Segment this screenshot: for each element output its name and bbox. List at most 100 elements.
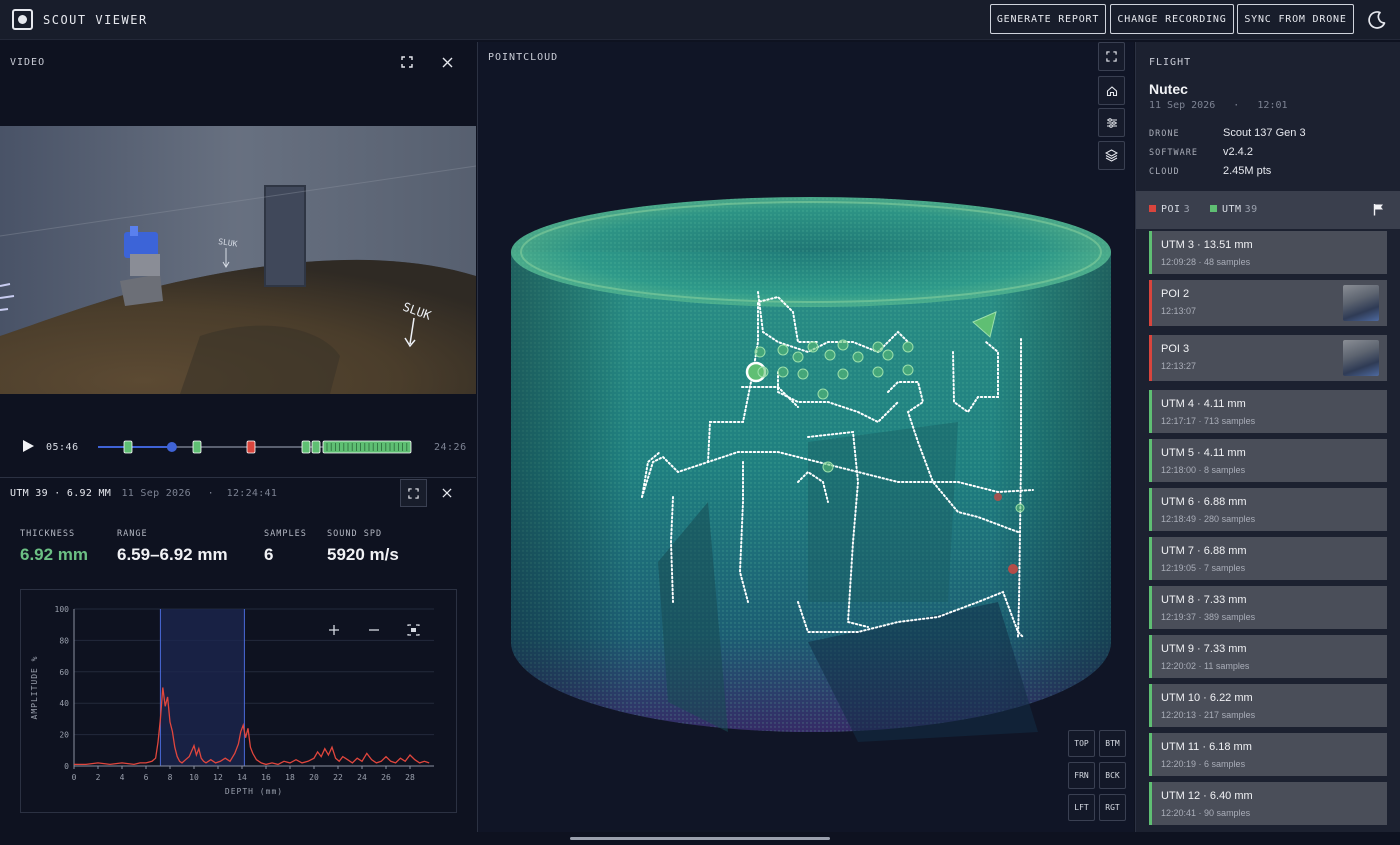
video-fullscreen-icon[interactable]	[394, 49, 420, 75]
item-title: POI 2	[1161, 288, 1190, 300]
item-title: UTM 6 · 6.88 mm	[1161, 496, 1247, 508]
timeline-utm-marker[interactable]	[301, 440, 311, 454]
item-title: UTM 12 · 6.40 mm	[1161, 790, 1253, 802]
legend-poi-label: POI	[1161, 204, 1181, 215]
zoom-fit-icon[interactable]	[407, 624, 420, 636]
item-subtitle: 12:13:07	[1161, 306, 1196, 316]
item-samples: 7 samples	[1204, 563, 1246, 573]
item-subtitle: 12:18:00 · 8 samples	[1161, 465, 1246, 475]
view-left-button[interactable]: LFT	[1068, 794, 1095, 821]
item-title: UTM 8 · 7.33 mm	[1161, 594, 1247, 606]
view-bottom-button[interactable]: BTM	[1099, 730, 1126, 757]
flight-sidebar: FLIGHT Nutec 11 Sep 2026 · 12:01 DRONE S…	[1135, 42, 1400, 832]
dark-mode-icon[interactable]	[1367, 10, 1387, 30]
flag-icon[interactable]	[1373, 203, 1384, 216]
pc-layers-icon[interactable]	[1098, 141, 1125, 170]
list-item[interactable]: UTM 9 · 7.33 mm 12:20:02 · 11 samples	[1149, 635, 1387, 678]
marker-legend: POI 3 UTM 39	[1136, 191, 1400, 229]
list-item[interactable]: UTM 6 · 6.88 mm 12:18:49 · 280 samples	[1149, 488, 1387, 531]
view-top-button[interactable]: TOP	[1068, 730, 1095, 757]
change-recording-button[interactable]: CHANGE RECORDING	[1110, 4, 1234, 34]
detail-sep: ·	[201, 488, 221, 499]
stat-value: 6	[264, 545, 274, 564]
list-item[interactable]: UTM 3 · 13.51 mm 12:09:28 · 48 samples	[1149, 231, 1387, 274]
timeline-poi-marker[interactable]	[246, 440, 256, 454]
list-item[interactable]: UTM 8 · 7.33 mm 12:19:37 · 389 samples	[1149, 586, 1387, 629]
legend-poi-filter[interactable]: POI 3	[1149, 204, 1190, 215]
item-title: UTM 4 · 4.11 mm	[1161, 398, 1246, 410]
list-item[interactable]: UTM 7 · 6.88 mm 12:19:05 · 7 samples	[1149, 537, 1387, 580]
pc-settings-icon[interactable]	[1098, 108, 1125, 137]
item-title: POI 3	[1161, 343, 1190, 355]
info-value: Scout 137 Gen 3	[1223, 127, 1306, 139]
item-title: UTM 10 · 6.22 mm	[1161, 692, 1253, 704]
detail-title: UTM 39 · 6.92 MM	[10, 488, 112, 499]
x-tick-label: 2	[96, 773, 101, 782]
pc-fullscreen-icon[interactable]	[1098, 42, 1125, 71]
play-icon[interactable]	[15, 433, 41, 459]
flight-date-sep: ·	[1221, 100, 1252, 111]
home-indicator	[570, 837, 830, 840]
detail-header: UTM 39 · 6.92 MM 11 Sep 2026 · 12:24:41	[10, 488, 277, 499]
x-tick-label: 16	[261, 773, 271, 782]
view-front-button[interactable]: FRN	[1068, 762, 1095, 789]
view-right-button[interactable]: RGT	[1099, 794, 1126, 821]
item-time: 12:20:02	[1161, 661, 1197, 671]
list-item[interactable]: UTM 4 · 4.11 mm 12:17:17 · 713 samples	[1149, 390, 1387, 433]
x-tick-label: 28	[405, 773, 415, 782]
list-item[interactable]: UTM 11 · 6.18 mm 12:20:19 · 6 samples	[1149, 733, 1387, 776]
pointcloud-viewport[interactable]	[478, 42, 1134, 832]
list-item[interactable]: UTM 10 · 6.22 mm 12:20:13 · 217 samples	[1149, 684, 1387, 727]
y-tick-label: 20	[59, 731, 69, 740]
detail-date: 11 Sep 2026	[121, 488, 191, 499]
video-frame[interactable]: SLUK SLUK	[0, 126, 476, 394]
item-subtitle: 12:13:27	[1161, 361, 1196, 371]
app-title: SCOUT VIEWER	[43, 12, 148, 27]
x-tick-label: 20	[309, 773, 319, 782]
stat-label: SAMPLES	[264, 529, 307, 539]
poi-marker[interactable]	[994, 493, 1002, 501]
legend-utm-label: UTM	[1222, 204, 1242, 215]
gate-region[interactable]	[160, 609, 245, 766]
video-close-icon[interactable]	[434, 49, 460, 75]
sync-from-drone-button[interactable]: SYNC FROM DRONE	[1237, 4, 1354, 34]
legend-utm-filter[interactable]: UTM 39	[1210, 204, 1258, 215]
timeline-utm-marker[interactable]	[311, 440, 321, 454]
poi-thumbnail[interactable]	[1343, 285, 1379, 321]
list-item[interactable]: POI 3 12:13:27	[1149, 335, 1387, 381]
x-tick-label: 8	[168, 773, 173, 782]
x-tick-label: 24	[357, 773, 367, 782]
timeline-utm-marker[interactable]	[123, 440, 133, 454]
stat-label: THICKNESS	[20, 529, 76, 539]
item-samples: 280 samples	[1204, 514, 1256, 524]
item-subtitle: 12:20:13 · 217 samples	[1161, 710, 1256, 720]
pc-home-icon[interactable]	[1098, 76, 1125, 105]
item-subtitle: 12:19:05 · 7 samples	[1161, 563, 1246, 573]
detail-fullscreen-icon[interactable]	[400, 479, 427, 507]
list-item[interactable]: UTM 12 · 6.40 mm 12:20:41 · 90 samples	[1149, 782, 1387, 825]
item-samples: 90 samples	[1204, 808, 1251, 818]
zoom-in-icon[interactable]	[329, 625, 339, 635]
timeline-utm-cluster[interactable]	[322, 440, 412, 454]
timeline-utm-marker[interactable]	[192, 440, 202, 454]
poi-marker[interactable]	[1008, 564, 1018, 574]
item-time: 12:13:27	[1161, 361, 1197, 371]
chart-axes	[73, 609, 434, 767]
legend-poi-count: 3	[1183, 204, 1191, 215]
item-subtitle: 12:18:49 · 280 samples	[1161, 514, 1256, 524]
detail-close-icon[interactable]	[434, 479, 460, 507]
poi-thumbnail[interactable]	[1343, 340, 1379, 376]
info-key: DRONE	[1149, 129, 1180, 139]
x-tick-label: 26	[381, 773, 391, 782]
video-duration: 24:26	[434, 442, 467, 453]
info-row-software: SOFTWARE v2.4.2	[1149, 146, 1389, 160]
video-scrubber[interactable]	[95, 435, 415, 459]
generate-report-button[interactable]: GENERATE REPORT	[990, 4, 1106, 34]
video-panel: VIDEO SLUK SLUK 05:46 24:26	[0, 42, 476, 476]
stat-thickness: THICKNESS 6.92 mm	[20, 529, 88, 565]
item-title: UTM 11 · 6.18 mm	[1161, 741, 1252, 753]
view-back-button[interactable]: BCK	[1099, 762, 1126, 789]
list-item[interactable]: UTM 5 · 4.11 mm 12:18:00 · 8 samples	[1149, 439, 1387, 482]
list-item[interactable]: POI 2 12:13:07	[1149, 280, 1387, 326]
detail-time: 12:24:41	[226, 488, 278, 499]
